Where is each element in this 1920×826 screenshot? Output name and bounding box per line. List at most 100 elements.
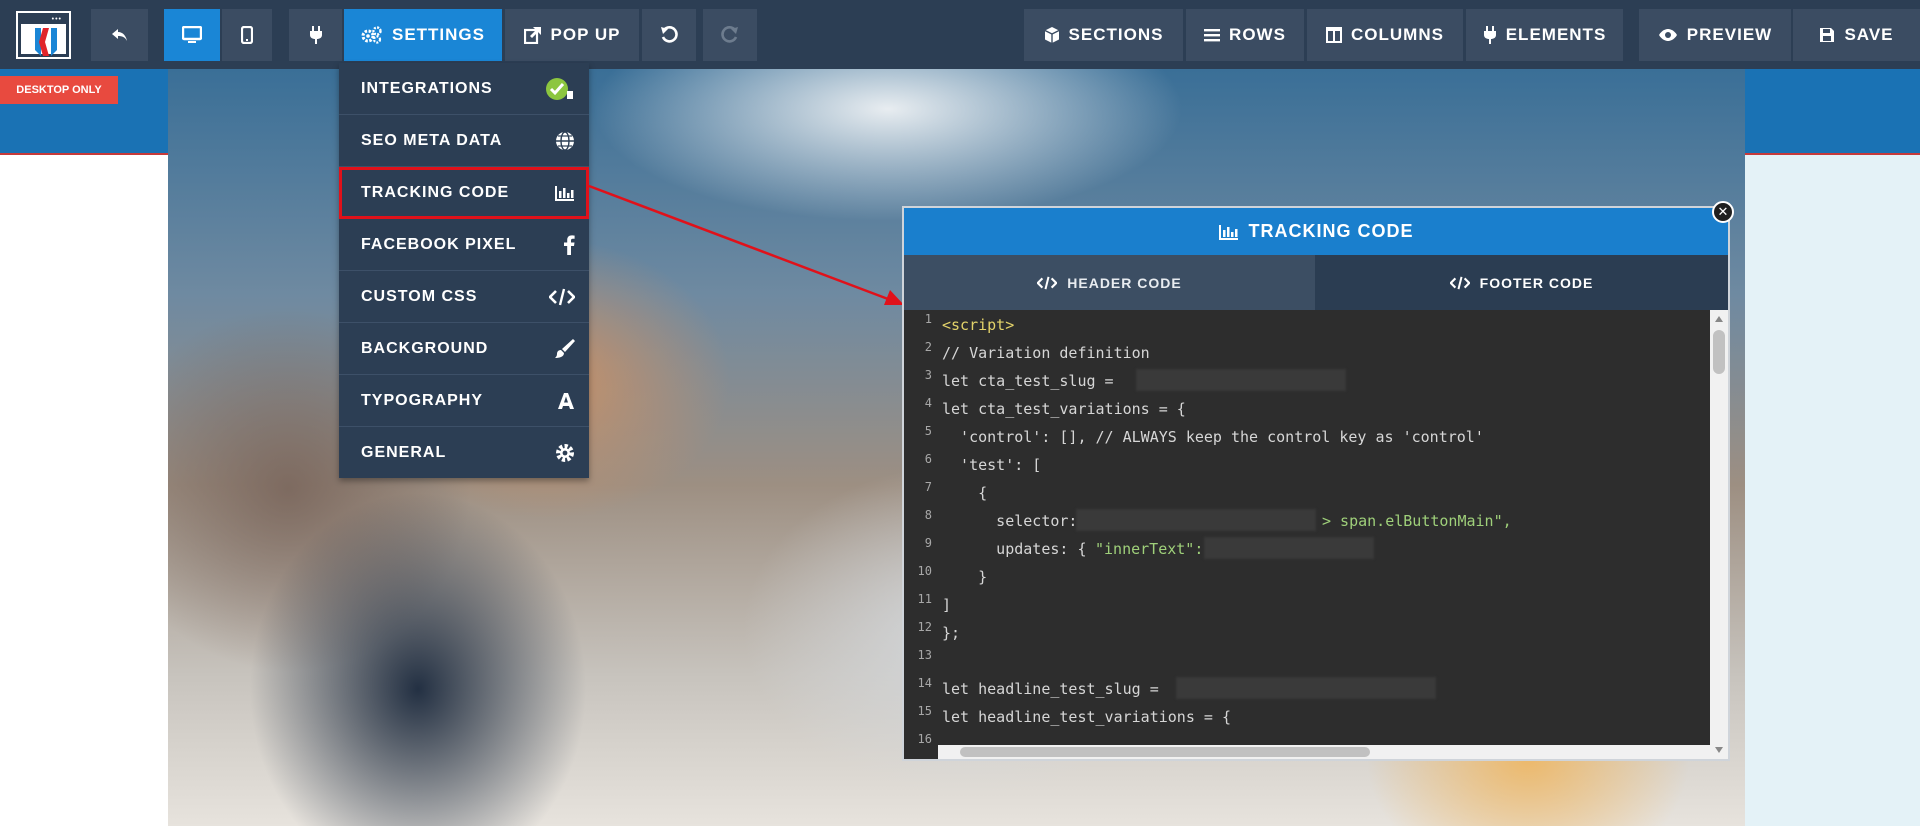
menu-item-label: TYPOGRAPHY xyxy=(361,391,484,409)
line-number: 9 xyxy=(924,536,932,550)
columns-label: COLUMNS xyxy=(1351,25,1444,44)
tab-header-code[interactable]: HEADER CODE xyxy=(904,255,1315,310)
line-number: 4 xyxy=(924,396,932,410)
code-text: let cta_test_slug = xyxy=(942,372,1123,390)
popup-button[interactable]: POP UP xyxy=(505,9,639,61)
menu-item-label: INTEGRATIONS xyxy=(361,79,493,97)
redacted-value xyxy=(1136,369,1346,391)
menu-item-label: SEO META DATA xyxy=(361,131,503,149)
code-line: 4 let cta_test_variations = { xyxy=(904,394,1704,422)
page-right-background xyxy=(1745,155,1920,826)
menu-item-general[interactable]: GENERAL xyxy=(339,427,589,479)
undo-arrow-button[interactable] xyxy=(91,9,148,61)
tab-footer-label: FOOTER CODE xyxy=(1479,274,1594,291)
bar-chart-icon xyxy=(555,185,574,201)
plug-icon xyxy=(309,26,322,44)
code-icon xyxy=(1037,276,1058,289)
code-line: 10 } xyxy=(904,562,1704,590)
line-number: 7 xyxy=(924,480,932,494)
code-line: 6 'test': [ xyxy=(904,450,1704,478)
desktop-only-badge: DESKTOP ONLY xyxy=(0,76,118,104)
modal-title: TRACKING CODE xyxy=(1248,221,1414,241)
plug-icon xyxy=(1483,26,1496,44)
check-circle-icon xyxy=(546,77,573,100)
tracking-code-modal: TRACKING CODE HEADER CODE FOOTER CODE 1 … xyxy=(902,206,1730,761)
preview-button[interactable]: PREVIEW xyxy=(1639,9,1791,61)
code-line: 3 let cta_test_slug = xyxy=(904,366,1704,394)
desktop-icon xyxy=(182,26,202,43)
gears-icon xyxy=(361,26,382,44)
menu-item-seo-meta-data[interactable]: SEO META DATA xyxy=(339,115,589,167)
line-number: 6 xyxy=(924,452,932,466)
top-toolbar: ••• SETTINGS POP UP SECTIONS ROWS COLUMN… xyxy=(0,0,1920,69)
save-button[interactable]: SAVE xyxy=(1793,9,1920,61)
elements-button[interactable]: ELEMENTS xyxy=(1466,9,1623,61)
code-line: 7 { xyxy=(904,478,1704,506)
settings-button[interactable]: SETTINGS xyxy=(344,9,502,61)
menu-item-tracking-code[interactable]: TRACKING CODE xyxy=(339,167,589,219)
code-text: }; xyxy=(942,624,961,642)
tab-footer-code[interactable]: FOOTER CODE xyxy=(1315,255,1728,310)
columns-icon xyxy=(1326,27,1343,43)
code-line: 8 selector: > span.elButtonMain", xyxy=(904,506,1704,534)
redacted-value xyxy=(1076,509,1316,531)
line-number: 8 xyxy=(924,508,932,522)
line-number: 1 xyxy=(924,312,932,326)
menu-item-custom-css[interactable]: CUSTOM CSS xyxy=(339,271,589,323)
mobile-view-button[interactable] xyxy=(222,9,272,61)
eye-icon xyxy=(1658,29,1677,41)
redacted-value xyxy=(1176,677,1436,699)
menu-item-background[interactable]: BACKGROUND xyxy=(339,323,589,375)
sections-button[interactable]: SECTIONS xyxy=(1024,9,1183,61)
code-line: 2 // Variation definition xyxy=(904,338,1704,366)
line-number: 2 xyxy=(924,340,932,354)
code-text: selector: xyxy=(942,512,1087,530)
redacted-value xyxy=(1204,537,1374,559)
redo-button[interactable] xyxy=(703,9,757,61)
code-text: // Variation definition xyxy=(942,344,1150,362)
line-number: 5 xyxy=(924,424,932,438)
globe-icon xyxy=(556,130,574,151)
clickfunnels-logo-icon[interactable]: ••• xyxy=(16,11,71,59)
settings-dropdown-menu: INTEGRATIONS SEO META DATA TRACKING CODE… xyxy=(339,63,589,478)
facebook-icon xyxy=(564,234,575,255)
rows-icon xyxy=(1204,29,1221,42)
vertical-scrollbar[interactable] xyxy=(1710,310,1728,759)
floppy-disk-icon xyxy=(1820,28,1835,42)
rows-button[interactable]: ROWS xyxy=(1186,9,1304,61)
line-number: 10 xyxy=(917,564,932,578)
code-text: ] xyxy=(942,596,952,614)
code-editor[interactable]: 1 <script> 2 // Variation definition 3 l… xyxy=(904,310,1728,759)
plugins-button[interactable] xyxy=(289,9,342,61)
code-line: 12 }; xyxy=(904,618,1704,646)
desktop-only-label: DESKTOP ONLY xyxy=(16,84,102,96)
save-label: SAVE xyxy=(1844,25,1894,44)
code-line: 1 <script> xyxy=(904,310,1704,338)
close-icon[interactable]: ✕ xyxy=(1712,201,1734,223)
columns-button[interactable]: COLUMNS xyxy=(1307,9,1463,61)
scroll-up-arrow-icon[interactable] xyxy=(1715,316,1723,322)
code-line: 14 let headline_test_slug = xyxy=(904,674,1704,702)
mobile-icon xyxy=(241,26,253,44)
popup-label: POP UP xyxy=(550,25,621,44)
menu-item-label: GENERAL xyxy=(361,444,447,461)
horizontal-scroll-thumb[interactable] xyxy=(960,747,1370,757)
code-icon xyxy=(1449,276,1470,289)
horizontal-scrollbar[interactable] xyxy=(938,745,1710,759)
code-text: > span.elButtonMain", xyxy=(1322,512,1512,530)
vertical-scroll-thumb[interactable] xyxy=(1713,330,1725,374)
tab-header-label: HEADER CODE xyxy=(1067,274,1182,291)
code-text: let headline_test_variations = { xyxy=(942,708,1231,726)
undo-arrow-icon xyxy=(111,29,127,41)
code-text: } xyxy=(942,568,988,586)
scroll-down-arrow-icon[interactable] xyxy=(1715,747,1723,753)
line-number: 11 xyxy=(917,592,932,606)
menu-item-facebook-pixel[interactable]: FACEBOOK PIXEL xyxy=(339,219,589,271)
menu-item-integrations[interactable]: INTEGRATIONS xyxy=(339,63,589,115)
code-line: 9 updates: { "innerText": xyxy=(904,534,1704,562)
sections-label: SECTIONS xyxy=(1068,25,1164,44)
desktop-view-button[interactable] xyxy=(164,9,220,61)
line-number: 15 xyxy=(917,704,932,718)
menu-item-typography[interactable]: TYPOGRAPHY xyxy=(339,375,589,427)
undo-button[interactable] xyxy=(642,9,696,61)
